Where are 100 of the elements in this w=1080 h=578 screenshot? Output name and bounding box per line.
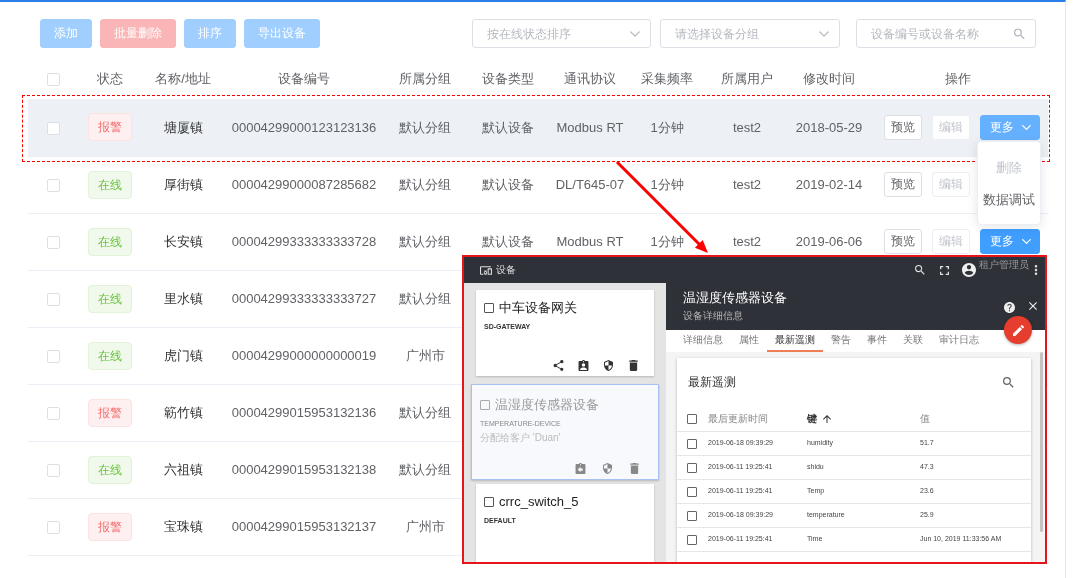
row-checkbox[interactable] [687, 534, 697, 545]
shield-icon[interactable] [603, 360, 614, 371]
collect-interval: 1分钟 [650, 176, 684, 192]
column-header[interactable]: 值 [920, 411, 930, 426]
card-title: 最新遥测 [688, 374, 736, 391]
column-header: 修改时间 [803, 71, 855, 87]
status-tag: 报警 [88, 398, 132, 427]
avatar-icon[interactable] [962, 263, 976, 277]
card-checkbox[interactable] [480, 400, 490, 410]
column-header: 所属用户 [721, 71, 773, 87]
group-name: 默认分组 [399, 290, 451, 306]
column-header: 操作 [945, 71, 971, 87]
modified-date: 2019-06-06 [795, 233, 863, 249]
device-type: 默认设备 [482, 176, 534, 192]
group-name: 广州市 [405, 518, 445, 534]
device-name: 中车设备网关 [499, 300, 577, 316]
detail-tab[interactable]: 审计日志 [931, 330, 987, 352]
help-icon[interactable] [1004, 302, 1015, 313]
scrollbar[interactable] [1040, 352, 1043, 532]
search-icon[interactable] [1003, 376, 1014, 388]
pencil-icon [1012, 324, 1024, 336]
device-number: 00004299333333333728 [231, 233, 377, 249]
row-checkbox[interactable] [687, 510, 697, 521]
device-name: 簕竹镇 [163, 404, 203, 420]
device-name: 厚街镇 [163, 176, 203, 192]
group-name: 默认分组 [399, 404, 451, 420]
clipboard-arrow-icon[interactable] [575, 463, 586, 474]
row-checkbox[interactable] [687, 438, 697, 449]
detail-tab[interactable]: 详细信息 [675, 330, 731, 352]
card-checkbox[interactable] [484, 303, 494, 313]
filter-select[interactable]: 请选择设备分组 [660, 19, 840, 48]
status-tag: 在线 [88, 227, 132, 256]
caret-down-icon [1022, 124, 1031, 130]
status-tag: 报警 [88, 512, 132, 541]
detail-tab[interactable]: 属性 [731, 330, 767, 352]
group-name: 广州市 [405, 347, 445, 363]
device-number: 00004299000123123136 [231, 119, 377, 135]
action-button[interactable]: 预览 [884, 172, 922, 197]
group-name: 默认分组 [399, 461, 451, 477]
device-name: 虎门镇 [163, 347, 203, 363]
action-button[interactable]: 预览 [884, 114, 922, 140]
device-number: 00004299000000000019 [231, 347, 377, 363]
detail-subtitle: 设备详细信息 [683, 310, 744, 322]
group-name: 默认分组 [399, 176, 451, 192]
sort-arrow-icon[interactable] [823, 414, 831, 423]
card-checkbox[interactable] [484, 497, 494, 507]
device-type: 默认设备 [482, 119, 534, 135]
device-number: 00004299015953132137 [231, 518, 377, 534]
row-checkbox[interactable] [687, 486, 697, 497]
select-all-checkbox[interactable] [687, 413, 697, 424]
chevron-down-icon [819, 30, 829, 37]
device-number: 00004299015953132136 [231, 404, 377, 420]
status-tag: 在线 [88, 170, 132, 199]
row-checkbox[interactable] [687, 462, 697, 473]
group-name: 默认分组 [399, 119, 451, 135]
device-type: 默认设备 [482, 233, 534, 249]
device-number: 00004299333333333727 [231, 290, 377, 306]
status-tag: 报警 [88, 113, 132, 142]
status-tag: 在线 [88, 455, 132, 484]
person-clipboard-icon[interactable] [578, 360, 589, 371]
action-button[interactable]: 预览 [884, 229, 922, 254]
column-header[interactable]: 最后更新时间 [708, 411, 768, 426]
chevron-down-icon [630, 30, 640, 37]
detail-tab[interactable]: 关联 [895, 330, 931, 352]
status-tag: 在线 [88, 341, 132, 370]
device-number: 00004299000087285682 [231, 176, 377, 192]
detail-tab[interactable]: 事件 [859, 330, 895, 352]
share-icon[interactable] [553, 360, 564, 371]
detail-tab[interactable]: 警告 [823, 330, 859, 352]
user-name: test2 [732, 233, 762, 249]
column-header: 通讯协议 [564, 71, 616, 87]
close-icon[interactable] [1029, 302, 1037, 310]
search-field[interactable]: 设备编号或设备名称 [856, 19, 1036, 48]
collect-interval: 1分钟 [650, 233, 684, 249]
modified-date: 2018-05-29 [795, 119, 863, 135]
device-name: 里水镇 [163, 290, 203, 306]
caret-down-icon [1022, 239, 1031, 244]
column-header: 设备编号 [278, 71, 330, 87]
column-header: 状态 [97, 71, 123, 87]
device-name: 长安镇 [163, 233, 203, 249]
device-name: 温湿度传感器设备 [495, 397, 599, 413]
status-tag: 在线 [88, 284, 132, 313]
user-name: test2 [732, 119, 762, 135]
protocol-name: Modbus RT [556, 119, 624, 135]
fullscreen-icon[interactable] [940, 265, 949, 275]
device-name: 塘厦镇 [163, 119, 203, 135]
menu-item[interactable]: 数据调试 [978, 183, 1040, 216]
column-header: 所属分组 [399, 71, 451, 87]
column-header: 设备类型 [482, 71, 534, 87]
more-button[interactable]: 更多 [980, 229, 1040, 254]
protocol-name: DL/T645-07 [555, 176, 625, 192]
column-header: 名称/地址 [155, 71, 211, 87]
trash-icon[interactable] [628, 360, 639, 371]
user-role: 租户管理员 [979, 259, 1029, 271]
detail-title: 温湿度传感器设备 [683, 289, 788, 307]
search-icon[interactable] [915, 265, 925, 275]
protocol-name: Modbus RT [556, 233, 624, 249]
filter-select[interactable]: 按在线状态排序 [472, 19, 651, 48]
column-header[interactable]: 键 [807, 411, 817, 426]
device-number: 00004299015953132138 [231, 461, 377, 477]
